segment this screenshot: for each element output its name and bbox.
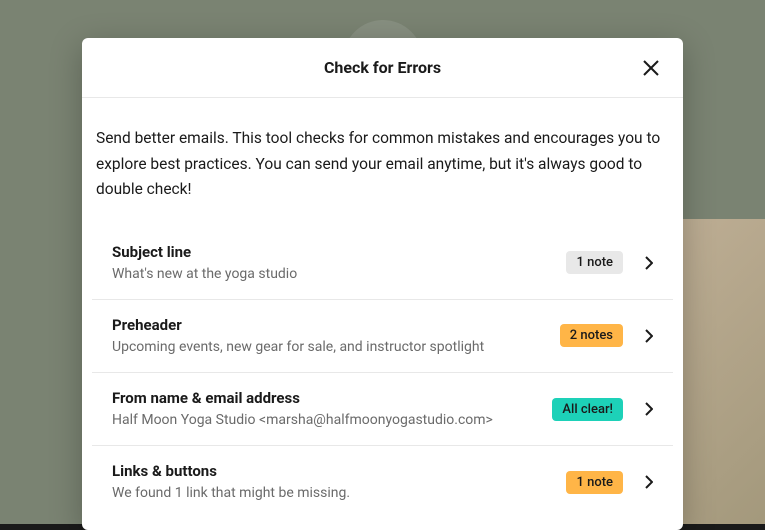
- check-item-from-name[interactable]: From name & email address Half Moon Yoga…: [92, 373, 673, 446]
- check-item-links-buttons[interactable]: Links & buttons We found 1 link that mig…: [92, 446, 673, 530]
- check-subtitle: Half Moon Yoga Studio <marsha@halfmoonyo…: [112, 411, 552, 429]
- check-info: Links & buttons We found 1 link that mig…: [112, 462, 566, 502]
- check-title: Links & buttons: [112, 462, 566, 480]
- check-info: Preheader Upcoming events, new gear for …: [112, 316, 560, 356]
- check-list: Subject line What's new at the yoga stud…: [92, 227, 673, 530]
- modal-header: Check for Errors: [82, 38, 683, 98]
- modal-title: Check for Errors: [324, 58, 441, 77]
- status-badge: 1 note: [566, 251, 623, 274]
- chevron-right-icon: [641, 328, 657, 344]
- check-info: Subject line What's new at the yoga stud…: [112, 243, 566, 283]
- check-right: All clear!: [552, 398, 657, 421]
- check-item-subject-line[interactable]: Subject line What's new at the yoga stud…: [92, 227, 673, 300]
- check-subtitle: Upcoming events, new gear for sale, and …: [112, 338, 560, 356]
- close-icon: [642, 59, 660, 77]
- chevron-right-icon: [641, 255, 657, 271]
- status-badge: All clear!: [552, 398, 623, 421]
- check-right: 1 note: [566, 471, 657, 494]
- check-title: Subject line: [112, 243, 566, 261]
- status-badge: 1 note: [566, 471, 623, 494]
- error-check-modal: Check for Errors Send better emails. Thi…: [82, 38, 683, 530]
- chevron-right-icon: [641, 474, 657, 490]
- check-title: From name & email address: [112, 389, 552, 407]
- check-subtitle: What's new at the yoga studio: [112, 265, 566, 283]
- check-right: 1 note: [566, 251, 657, 274]
- modal-body: Send better emails. This tool checks for…: [82, 98, 683, 530]
- check-title: Preheader: [112, 316, 560, 334]
- check-subtitle: We found 1 link that might be missing.: [112, 484, 566, 502]
- close-button[interactable]: [639, 56, 663, 80]
- check-info: From name & email address Half Moon Yoga…: [112, 389, 552, 429]
- modal-description: Send better emails. This tool checks for…: [92, 126, 673, 203]
- check-item-preheader[interactable]: Preheader Upcoming events, new gear for …: [92, 300, 673, 373]
- status-badge: 2 notes: [560, 324, 623, 347]
- check-right: 2 notes: [560, 324, 657, 347]
- chevron-right-icon: [641, 401, 657, 417]
